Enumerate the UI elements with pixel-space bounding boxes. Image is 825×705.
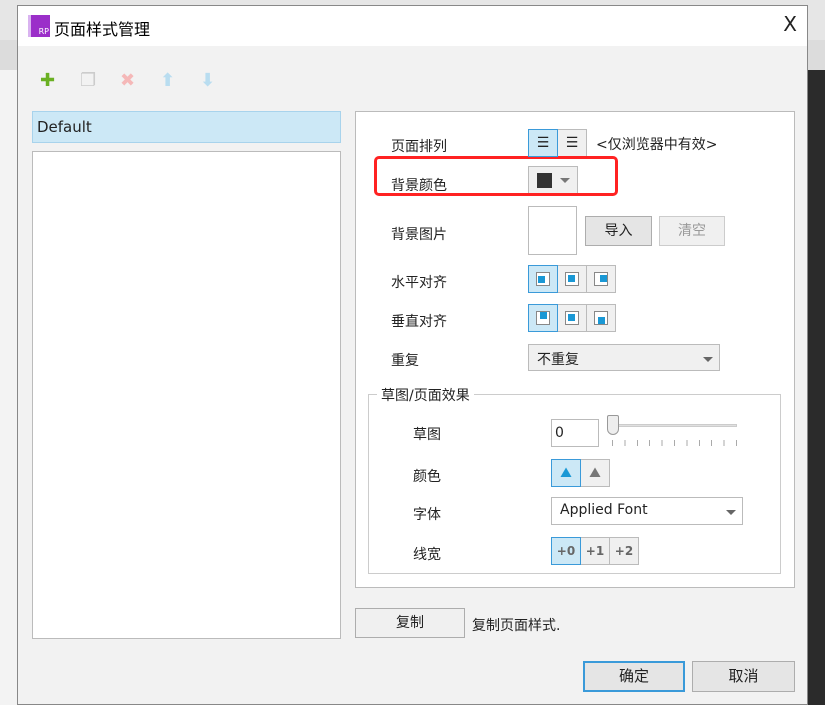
delete-icon[interactable]: ✖: [120, 70, 135, 91]
copy-description: 复制页面样式.: [472, 618, 561, 634]
v-align-buttons: [528, 304, 616, 332]
title-bar: RP 页面样式管理 X: [18, 6, 807, 46]
ok-button[interactable]: 确定: [583, 661, 685, 692]
bg-image-label: 背景图片: [391, 227, 447, 243]
repeat-select[interactable]: 不重复: [528, 344, 720, 371]
page-align-note: <仅浏览器中有效>: [596, 137, 718, 153]
highlight-annotation: [374, 156, 618, 196]
v-align-middle-button[interactable]: [557, 304, 587, 332]
sketch-label: 草图: [413, 427, 441, 443]
sketch-slider-handle[interactable]: [607, 415, 619, 435]
clear-button[interactable]: 清空: [659, 216, 725, 246]
sketch-group-label: 草图/页面效果: [377, 385, 474, 405]
line-width-label: 线宽: [413, 547, 441, 563]
move-down-icon[interactable]: ⬇: [200, 70, 215, 91]
duplicate-icon[interactable]: ❐: [80, 70, 96, 91]
h-align-right-button[interactable]: [586, 265, 616, 293]
color-mode-buttons: ⛰ ⛰: [551, 459, 610, 487]
import-button[interactable]: 导入: [585, 216, 652, 246]
font-label: 字体: [413, 507, 441, 523]
v-align-label: 垂直对齐: [391, 314, 447, 330]
sketch-slider-track[interactable]: [612, 424, 737, 427]
close-button[interactable]: X: [783, 12, 797, 36]
h-align-center-button[interactable]: [557, 265, 587, 293]
copy-button[interactable]: 复制: [355, 608, 465, 638]
line-width-0-button[interactable]: +0: [551, 537, 581, 565]
background-canvas: [0, 70, 17, 705]
repeat-label: 重复: [391, 353, 419, 369]
page-style-dialog: RP 页面样式管理 X ✚ ❐ ✖ ⬆ ⬇ Default 页面排列 ☰ ☰ <仅…: [17, 5, 808, 705]
add-icon[interactable]: ✚: [40, 70, 55, 91]
v-align-bottom-button[interactable]: [586, 304, 616, 332]
h-align-left-button[interactable]: [528, 265, 558, 293]
style-list[interactable]: [32, 151, 341, 639]
style-item-default[interactable]: Default: [32, 111, 341, 143]
move-up-icon[interactable]: ⬆: [160, 70, 175, 91]
page-align-buttons: ☰ ☰: [528, 129, 587, 157]
v-align-top-button[interactable]: [528, 304, 558, 332]
line-width-2-button[interactable]: +2: [609, 537, 639, 565]
dialog-title: 页面样式管理: [54, 20, 151, 39]
cancel-button[interactable]: 取消: [692, 661, 795, 692]
align-center-button[interactable]: ☰: [557, 129, 587, 157]
h-align-label: 水平对齐: [391, 275, 447, 291]
app-logo: RP: [28, 15, 50, 37]
line-width-buttons: +0 +1 +2: [551, 537, 639, 565]
align-left-button[interactable]: ☰: [528, 129, 558, 157]
font-select[interactable]: Applied Font: [551, 497, 743, 525]
sketch-input[interactable]: 0: [551, 419, 599, 447]
color-label: 颜色: [413, 469, 441, 485]
logo-text: RP: [38, 27, 49, 36]
line-width-1-button[interactable]: +1: [580, 537, 610, 565]
bg-image-preview[interactable]: [528, 206, 577, 255]
background-panel: [808, 70, 825, 705]
slider-ticks: [612, 440, 737, 446]
sketch-effects-group: 草图/页面效果 草图 0 颜色 ⛰ ⛰ 字体 Applied Font 线宽 +…: [368, 385, 781, 574]
grayscale-image-icon[interactable]: ⛰: [580, 459, 610, 487]
h-align-buttons: [528, 265, 616, 293]
color-image-icon[interactable]: ⛰: [551, 459, 581, 487]
page-align-label: 页面排列: [391, 139, 447, 155]
